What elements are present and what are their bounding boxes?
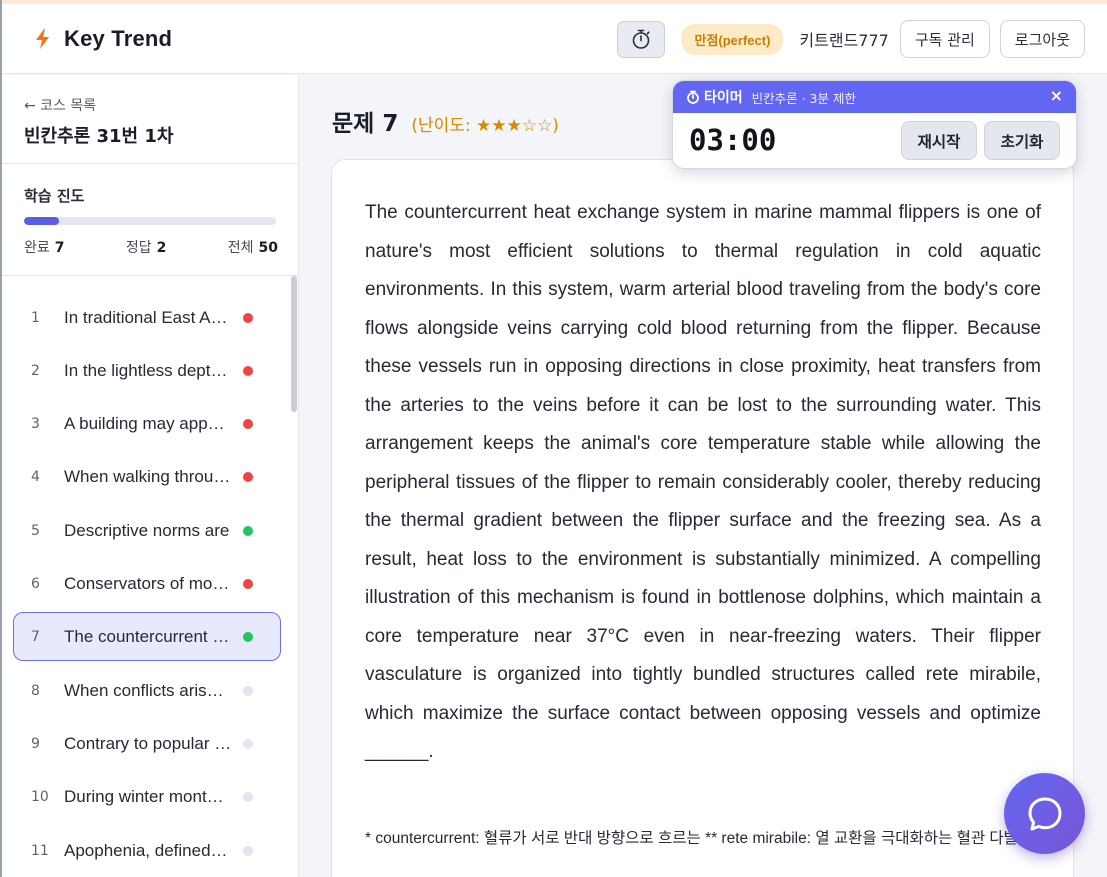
- sidebar-scrollbar[interactable]: [291, 276, 297, 412]
- question-title: 문제 7: [332, 111, 399, 137]
- timer-title: 타이머: [704, 90, 743, 106]
- question-preview-text: During winter months, many: [64, 786, 232, 806]
- question-list-item[interactable]: 3 A building may appear to be: [13, 399, 281, 448]
- question-list-item[interactable]: 8 When conflicts arise between: [13, 666, 281, 715]
- status-dot: [243, 471, 253, 482]
- question-preview-text: Descriptive norms are: [64, 520, 230, 540]
- status-dot: [243, 738, 253, 749]
- stat-completed: 완료 7: [24, 240, 65, 256]
- question-number: 4: [31, 468, 40, 485]
- question-footnote: * countercurrent: 혈류가 서로 반대 방향으로 흐르는 ** …: [365, 830, 1051, 847]
- status-dot: [243, 685, 253, 696]
- question-preview-text: When walking through a forest: [64, 466, 232, 486]
- question-number: 10: [31, 788, 49, 805]
- question-number: 8: [31, 682, 40, 699]
- question-number: 3: [31, 415, 40, 432]
- app-name: Key Trend: [64, 25, 173, 51]
- question-number: 6: [31, 575, 40, 592]
- progress-bar: [24, 217, 276, 225]
- question-list-item[interactable]: 2 In the lightless depths of the ocean: [13, 346, 281, 395]
- stopwatch-icon: [633, 29, 651, 49]
- stat-total: 전체 50: [227, 240, 278, 256]
- question-preview-text: Contrary to popular belief: [64, 733, 232, 753]
- timer-reset-button[interactable]: 초기화: [984, 121, 1060, 160]
- status-dot: [243, 365, 253, 376]
- stopwatch-icon: [687, 90, 699, 104]
- question-list-item[interactable]: 9 Contrary to popular belief: [13, 719, 281, 768]
- question-card: The countercurrent heat exchange system …: [331, 159, 1074, 877]
- question-preview-text: Conservators of modern art: [64, 573, 232, 593]
- question-list-item[interactable]: 5 Descriptive norms are: [13, 506, 281, 555]
- question-list-item[interactable]: 4 When walking through a forest: [13, 452, 281, 501]
- username: 키트랜드777: [799, 31, 889, 50]
- chat-bubble-icon: [1028, 797, 1061, 830]
- status-dot: [243, 312, 253, 323]
- question-preview-text: When conflicts arise between: [64, 680, 232, 700]
- question-preview-text: The countercurrent heat exchange: [64, 626, 232, 646]
- question-list-item[interactable]: 7 The countercurrent heat exchange: [13, 612, 281, 661]
- timer-restart-button[interactable]: 재시작: [901, 121, 977, 160]
- question-preview-text: A building may appear to be: [64, 413, 232, 433]
- question-number: 11: [31, 842, 49, 859]
- question-list-item[interactable]: 1 In traditional East Asian art, the conc…: [13, 293, 281, 342]
- status-dot: [243, 631, 253, 642]
- question-preview-text: In the lightless depths of the ocean: [64, 360, 232, 380]
- progress-bar-fill: [24, 217, 60, 225]
- close-icon[interactable]: ×: [1050, 86, 1063, 105]
- question-number: 1: [31, 309, 40, 326]
- question-passage: The countercurrent heat exchange system …: [365, 202, 1041, 762]
- timer-toggle-button[interactable]: [617, 20, 666, 58]
- timer-subtitle: 빈칸추론 · 3분 제한: [751, 90, 856, 106]
- question-number: 9: [31, 735, 40, 752]
- divider: [2, 275, 298, 276]
- logout-button[interactable]: 로그아웃: [999, 20, 1085, 58]
- question-number: 7: [31, 628, 40, 645]
- question-number: 5: [31, 522, 40, 539]
- subscription-button[interactable]: 구독 관리: [899, 20, 990, 58]
- sidebar: ← 코스 목록 빈칸추론 31번 1차 학습 진도 완료 7 정답 2 전체 50 1…: [2, 75, 299, 877]
- question-preview-text: In traditional East Asian art, the conce…: [64, 307, 232, 327]
- logo[interactable]: Key Trend: [33, 26, 172, 52]
- app-header: Key Trend 만점(perfect) 키트랜드777 구독 관리 로그아웃: [0, 4, 1107, 74]
- question-preview-text: Apophenia, defined as the: [64, 840, 232, 860]
- progress-stats: 완료 7 정답 2 전체 50: [24, 237, 278, 257]
- timer-display: 03:00: [689, 123, 777, 157]
- status-dot: [243, 525, 253, 536]
- divider: [2, 163, 298, 164]
- window-left-edge: [0, 0, 2, 877]
- status-dot: [243, 578, 253, 589]
- lightning-bolt-icon: [36, 28, 49, 49]
- stat-correct: 정답 2: [125, 240, 167, 256]
- back-to-courses-link[interactable]: ← 코스 목록: [24, 95, 96, 115]
- progress-title: 학습 진도: [24, 187, 85, 205]
- score-badge: 만점(perfect): [681, 23, 784, 55]
- question-list-item[interactable]: 6 Conservators of modern art: [13, 559, 281, 608]
- question-list-item[interactable]: 10 During winter months, many: [13, 772, 281, 821]
- difficulty-rating: (난이도: ★★★☆☆): [411, 116, 559, 136]
- question-header: 문제 7 (난이도: ★★★☆☆): [332, 104, 559, 138]
- status-dot: [243, 845, 253, 856]
- status-dot: [243, 418, 253, 429]
- timer-popup: 타이머 빈칸추론 · 3분 제한 × 03:00 재시작 초기화: [672, 80, 1077, 169]
- course-title: 빈칸추론 31번 1차: [24, 126, 174, 147]
- question-list: 1 In traditional East Asian art, the conc…: [2, 286, 298, 877]
- question-list-item[interactable]: 11 Apophenia, defined as the: [13, 826, 281, 875]
- timer-popup-header: 타이머 빈칸추론 · 3분 제한: [673, 81, 1076, 113]
- question-number: 2: [31, 362, 40, 379]
- status-dot: [243, 791, 253, 802]
- chat-button[interactable]: [1004, 773, 1085, 854]
